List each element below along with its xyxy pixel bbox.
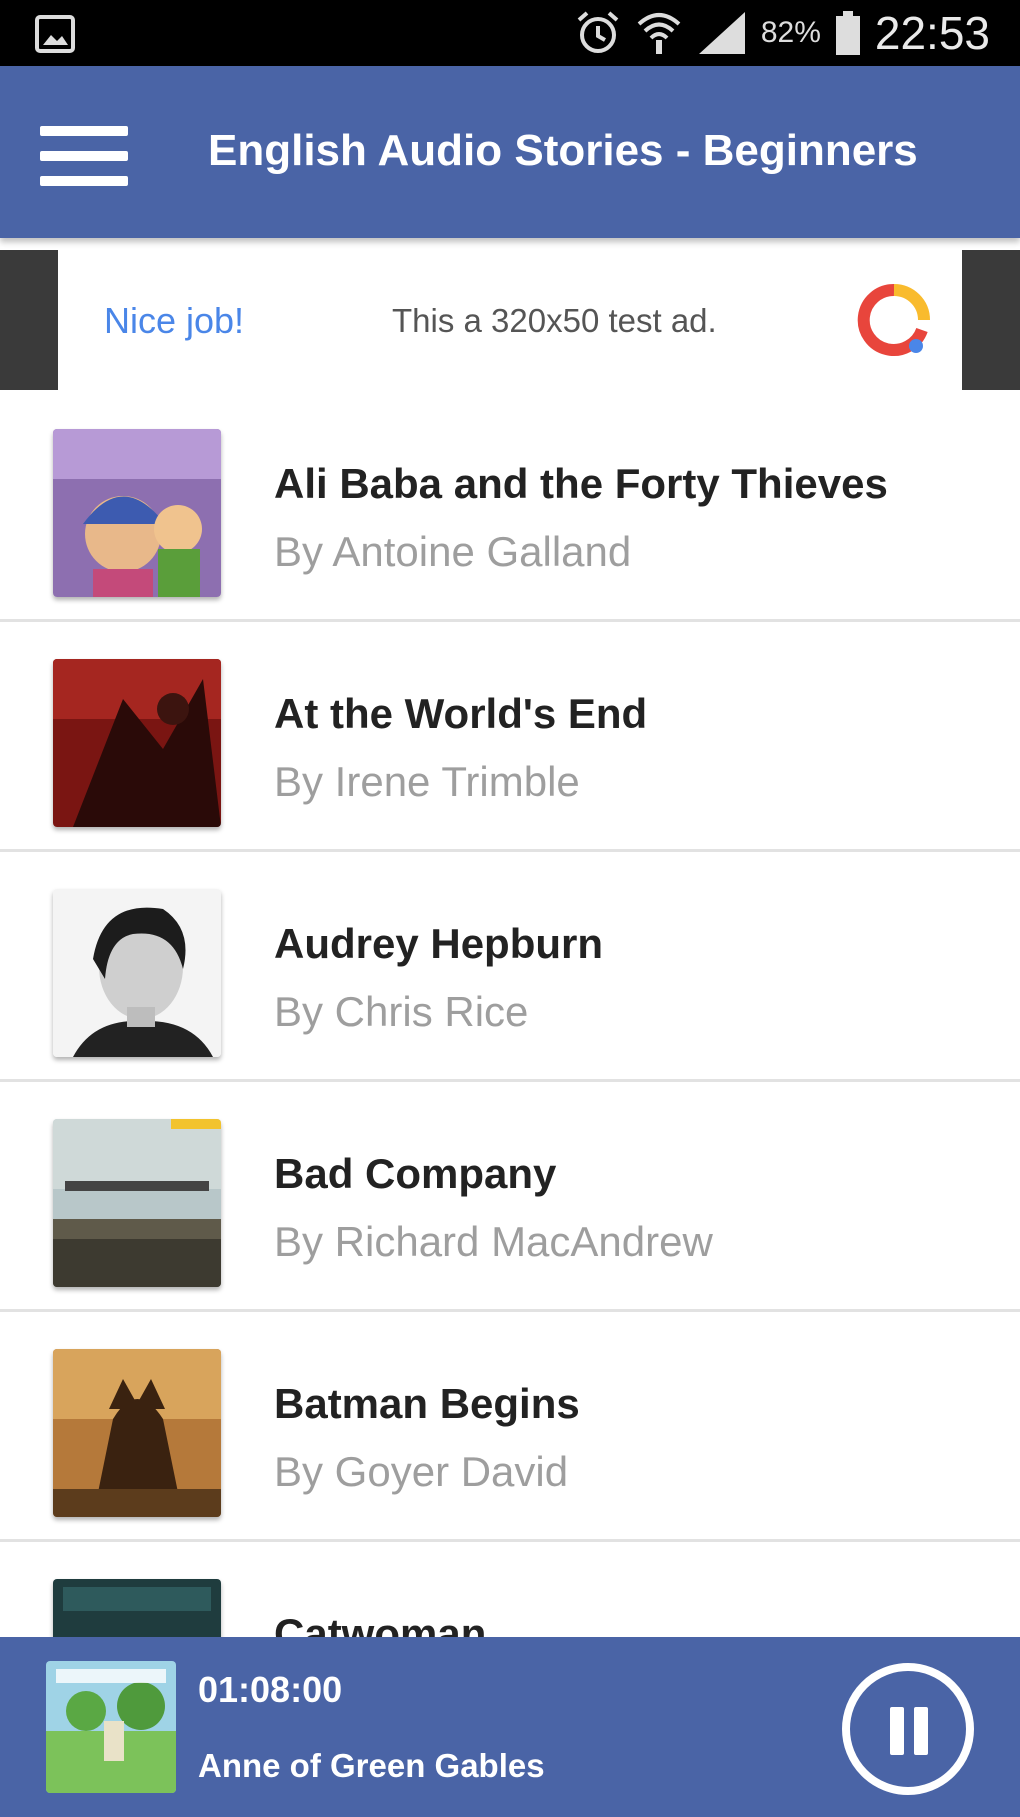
story-title: At the World's End bbox=[274, 690, 648, 737]
cover-image bbox=[53, 1119, 221, 1287]
now-playing-bar[interactable]: 01:08:00 Anne of Green Gables bbox=[0, 1637, 1020, 1817]
player-cover-image bbox=[46, 1661, 176, 1793]
story-title: Batman Begins bbox=[274, 1380, 580, 1427]
pause-icon bbox=[914, 1707, 928, 1755]
wifi-icon bbox=[637, 13, 681, 54]
story-title: Bad Company bbox=[274, 1150, 557, 1197]
clock: 22:53 bbox=[874, 7, 990, 59]
battery-icon bbox=[835, 11, 860, 55]
story-author: By Chris Rice bbox=[274, 988, 529, 1035]
list-item[interactable]: Audrey Hepburn By Chris Rice bbox=[0, 852, 1020, 1082]
list-item[interactable]: Ali Baba and the Forty Thieves By Antoin… bbox=[0, 392, 1020, 622]
ad-nice-label: Nice job! bbox=[104, 300, 245, 341]
story-list: Ali Baba and the Forty Thieves By Antoin… bbox=[0, 392, 1020, 1772]
list-item[interactable]: Batman Begins By Goyer David bbox=[0, 1312, 1020, 1542]
player-title: Anne of Green Gables bbox=[198, 1747, 545, 1784]
app-bar: English Audio Stories - Beginners bbox=[0, 66, 1020, 238]
cover-image bbox=[53, 429, 221, 597]
cover-image bbox=[53, 659, 221, 827]
ad-banner[interactable]: Nice job! This a 320x50 test ad. bbox=[0, 250, 1020, 390]
story-author: By Richard MacAndrew bbox=[274, 1218, 713, 1265]
cover-image bbox=[53, 1349, 221, 1517]
ad-text: This a 320x50 test ad. bbox=[392, 302, 717, 339]
story-author: By Irene Trimble bbox=[274, 758, 580, 805]
player-time: 01:08:00 bbox=[198, 1669, 343, 1710]
hamburger-menu-icon[interactable] bbox=[40, 126, 130, 186]
ad-logo-icon bbox=[857, 283, 930, 356]
list-item[interactable]: Bad Company By Richard MacAndrew bbox=[0, 1082, 1020, 1312]
list-item[interactable]: At the World's End By Irene Trimble bbox=[0, 622, 1020, 852]
pause-button[interactable] bbox=[842, 1663, 974, 1795]
ad-content[interactable]: Nice job! This a 320x50 test ad. bbox=[58, 250, 962, 390]
story-title: Ali Baba and the Forty Thieves bbox=[274, 460, 888, 507]
battery-percent: 82% bbox=[760, 16, 821, 49]
status-bar: 82% 22:53 bbox=[0, 0, 1020, 66]
alarm-icon bbox=[577, 11, 619, 53]
image-icon bbox=[35, 15, 75, 53]
story-author: By Antoine Galland bbox=[274, 528, 632, 575]
page-title: English Audio Stories - Beginners bbox=[208, 126, 918, 175]
story-author: By Goyer David bbox=[274, 1448, 569, 1495]
pause-icon bbox=[890, 1707, 904, 1755]
story-title: Audrey Hepburn bbox=[274, 920, 604, 967]
cover-image bbox=[53, 889, 221, 1057]
signal-icon bbox=[698, 12, 745, 54]
